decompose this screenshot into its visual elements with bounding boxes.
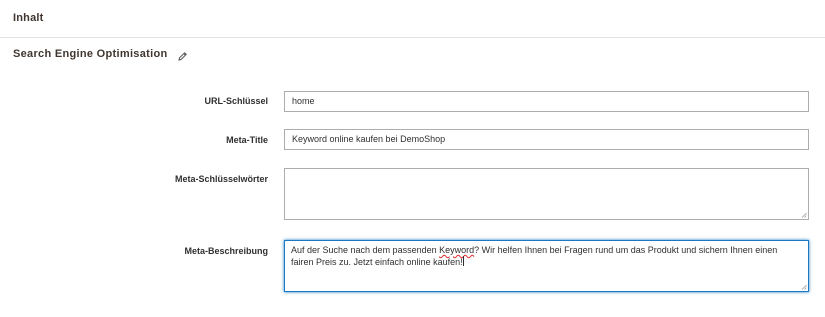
url-key-input[interactable]: home xyxy=(284,91,809,112)
url-key-label: URL-Schlüssel xyxy=(204,96,268,106)
resize-grip-icon[interactable] xyxy=(801,284,807,290)
meta-title-label: Meta-Title xyxy=(226,135,268,145)
divider xyxy=(0,37,825,38)
section-title-inhalt[interactable]: Inhalt xyxy=(13,12,44,24)
meta-description-textarea[interactable]: Auf der Suche nach dem passenden Keyword… xyxy=(284,240,809,292)
resize-grip-icon[interactable] xyxy=(801,212,807,218)
text-caret xyxy=(462,256,464,266)
meta-keywords-label: Meta-Schlüsselwörter xyxy=(174,174,268,184)
meta-keywords-textarea[interactable] xyxy=(284,168,809,220)
seo-section-header[interactable]: Search Engine Optimisation xyxy=(13,48,188,61)
pencil-icon[interactable] xyxy=(177,49,188,61)
meta-title-input[interactable]: Keyword online kaufen bei DemoShop xyxy=(284,129,809,150)
meta-description-keyword: Keyword xyxy=(439,245,475,255)
meta-description-text-before: Auf der Suche nach dem passenden xyxy=(291,245,440,255)
meta-description-label: Meta-Beschreibung xyxy=(184,246,268,256)
seo-section-title: Search Engine Optimisation xyxy=(13,48,168,60)
